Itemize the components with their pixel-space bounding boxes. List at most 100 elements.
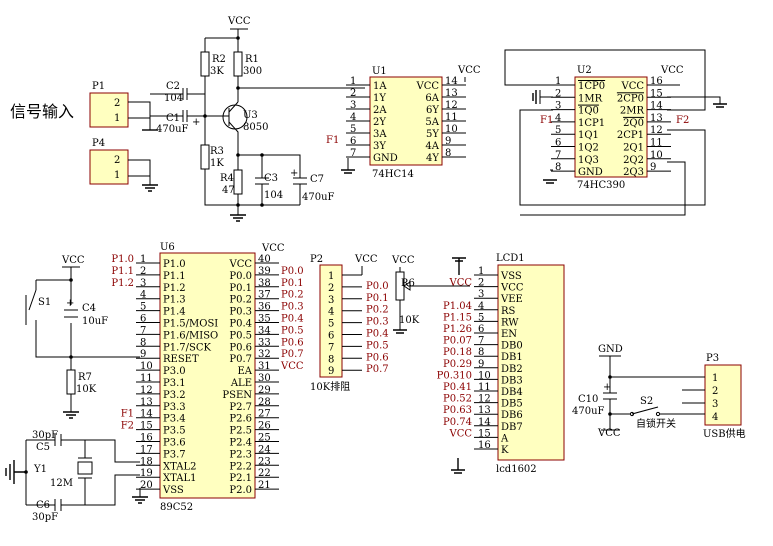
u6-pin-name: P0.5 (229, 330, 252, 341)
p2-pin-number: 8 (328, 354, 334, 365)
u6-pin-name: P2.4 (229, 438, 252, 449)
schematic: 信号输入 P1 2 1 P4 2 1 C2 104 C1 470uF + R2 … (5, 16, 746, 523)
u1-pin-number: 1 (350, 76, 356, 87)
lcd-pin-name: DB0 (501, 341, 523, 352)
u6-pin-number: 12 (140, 385, 153, 396)
u1-pin-name: 1A (373, 81, 387, 92)
lcd-pin-number: 12 (478, 394, 491, 405)
u1-pin-name: GND (373, 153, 398, 164)
p2-net-label: P0.5 (366, 340, 389, 351)
p2-pin-number: 4 (328, 307, 334, 318)
u6-pin-name: P3.6 (163, 438, 186, 449)
r4-value: 47 (222, 185, 235, 196)
u6-pin-name: P2.5 (229, 426, 252, 437)
p2-pin-number: 3 (328, 295, 334, 306)
u6-pin-number: 37 (258, 290, 271, 301)
u6-pin-number: 3 (140, 278, 146, 289)
u6-pin-number: 25 (258, 433, 271, 444)
u6-pin-number: 28 (258, 397, 271, 408)
u1-pin-number: 2 (350, 88, 356, 99)
u6-net-label: P0.7 (281, 349, 304, 360)
u2-pin-name: 2Q0 (623, 118, 644, 129)
u1-pin-name: VCC (415, 81, 439, 92)
u2-vcc: VCC (660, 65, 684, 76)
u6-net-label: P0.4 (281, 314, 304, 325)
u6-pin-number: 10 (140, 361, 153, 372)
u6-pin-name: P0.4 (229, 319, 252, 330)
p4-pin-2: 2 (114, 155, 120, 166)
u6-pin-name: P1.6/MISO (163, 330, 218, 341)
r1-resistor (233, 51, 243, 77)
r3-ref: R3 (210, 146, 224, 157)
u6-pin-number: 11 (140, 373, 153, 384)
lcd-pin-name: DB4 (501, 387, 523, 398)
u1-74hc14: U1 74HC14 1 1A2 1Y3 2A4 2Y5 3A6 3Y7 GND14VCC136… (326, 65, 481, 180)
u2-pin-name: 2MR (620, 106, 645, 117)
u6-pin-number: 36 (258, 302, 271, 313)
u6-pin-number: 40 (258, 254, 271, 265)
p3-connector (704, 364, 742, 426)
lcd-pin-number: 14 (478, 417, 491, 428)
lcd-pin-number: 6 (478, 324, 484, 335)
lcd-pin-number: 7 (478, 336, 484, 347)
c10-ref: C10 (578, 394, 598, 405)
u6-pin-number: 1 (140, 254, 146, 265)
usb-power: P3 USB供电 1 2 3 4 GND VCC + C10 470uF S2 … (572, 344, 746, 440)
u6-pin-number: 29 (258, 385, 271, 396)
p2-vcc: VCC (354, 254, 378, 265)
u3-value: 8050 (243, 122, 268, 133)
u6-pin-name: P0.2 (229, 295, 252, 306)
u6-pin-number: 38 (258, 278, 271, 289)
c7-ref: C7 (310, 174, 324, 185)
p2-pin-number: 1 (328, 271, 334, 282)
lcd-net-label: P0.310 (437, 370, 472, 381)
u6-pin-name: P2.0 (229, 485, 252, 496)
u6-pin-name: P3.0 (163, 366, 186, 377)
u1-part: 74HC14 (372, 169, 414, 180)
p2-pin-number: 2 (328, 283, 334, 294)
lcd-net-label: P1.26 (443, 324, 472, 335)
u6-pin-number: 35 (258, 314, 271, 325)
u1-pin-name: 6A (425, 93, 439, 104)
u6-pin-name: XTAL2 (163, 461, 196, 472)
u2-pin-number: 7 (555, 150, 561, 161)
u6-pin-name: P1.4 (163, 307, 186, 318)
p2-pin-number: 5 (328, 319, 334, 330)
lcd-pin-number: 11 (478, 382, 491, 393)
u6-net-label: P1.1 (111, 266, 134, 277)
r7-value: 10K (76, 384, 97, 395)
u6-part: 89C52 (160, 502, 193, 513)
svg-text:+: + (290, 168, 298, 179)
u2-pin-number: 13 (650, 113, 663, 124)
p3-pin-2: 2 (712, 386, 718, 397)
gnd-label: GND (598, 344, 623, 355)
u6-pin-name: P1.5/MOSI (163, 319, 218, 330)
u6-net-label: P1.0 (111, 254, 134, 265)
c5-value: 30pF (32, 430, 58, 441)
u6-pin-name: P3.5 (163, 426, 186, 437)
p2-pin-number: 9 (328, 366, 334, 377)
p3-pin-4: 4 (712, 412, 718, 423)
u1-pin-name: 4A (425, 141, 439, 152)
p2-ref: P2 (310, 254, 323, 265)
p4-ref: P4 (92, 138, 105, 149)
u6-net-label: VCC (280, 361, 304, 372)
u6-pin-number: 22 (258, 468, 271, 479)
u6-pin-name: P0.7 (229, 354, 252, 365)
u2-pin-name: 1CP0 (578, 81, 605, 92)
u2-pin-name: GND (578, 167, 603, 178)
u2-net-f1: F1 (540, 115, 553, 126)
s1-ref: S1 (38, 297, 51, 308)
u2-pin-name: 2CP1 (617, 130, 644, 141)
u2-part: 74HC390 (577, 180, 625, 191)
u1-pin-name: 2A (373, 105, 387, 116)
p1-pin-1: 1 (114, 113, 120, 124)
r7-ref: R7 (78, 372, 92, 383)
c2-ref: C2 (166, 81, 180, 92)
r1-ref: R1 (245, 54, 259, 65)
r2-value: 3K (210, 66, 224, 77)
u6-pin-name: P3.7 (163, 449, 186, 460)
c4-value: 10uF (82, 316, 108, 327)
p1-pin-2: 2 (114, 98, 120, 109)
u1-pin-number: 8 (445, 148, 451, 159)
